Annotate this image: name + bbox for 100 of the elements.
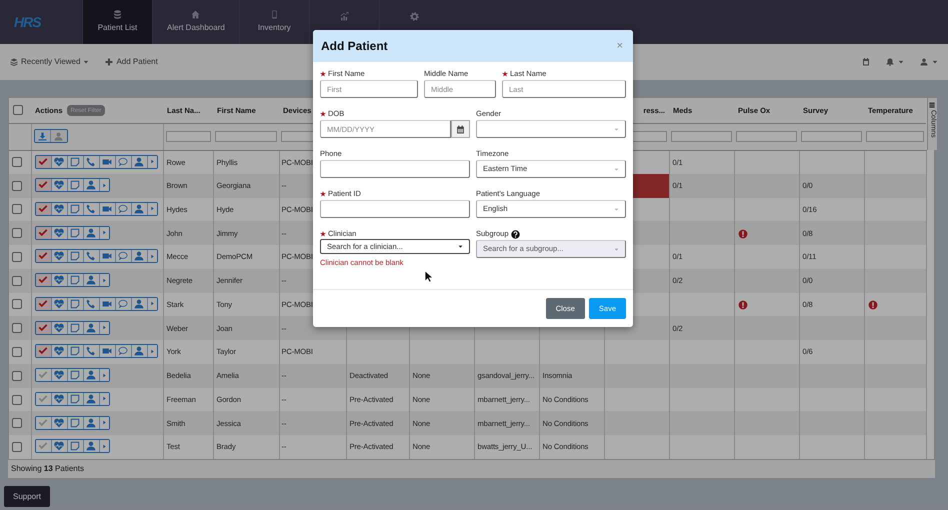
- note-button[interactable]: [68, 369, 84, 382]
- chat-button[interactable]: [116, 345, 132, 358]
- note-button[interactable]: [68, 156, 84, 168]
- heart-pulse-button[interactable]: [52, 250, 68, 262]
- check-button[interactable]: [36, 202, 52, 215]
- filter-field[interactable]: [736, 131, 797, 142]
- heart-pulse-button[interactable]: [52, 440, 68, 452]
- user-menu[interactable]: [920, 58, 938, 66]
- filter-field[interactable]: [671, 131, 732, 142]
- person-button[interactable]: [84, 416, 100, 429]
- select-field[interactable]: [476, 120, 626, 138]
- row-checkbox[interactable]: [12, 180, 22, 191]
- person-button[interactable]: [84, 322, 100, 334]
- note-button[interactable]: [68, 226, 84, 239]
- check-button[interactable]: [36, 345, 52, 358]
- note-button[interactable]: [68, 345, 84, 358]
- person-button[interactable]: [84, 226, 100, 239]
- phone-button[interactable]: [84, 250, 100, 262]
- person-button[interactable]: [84, 274, 100, 286]
- video-button[interactable]: [100, 250, 116, 262]
- row-checkbox[interactable]: [12, 299, 22, 310]
- check-button[interactable]: [36, 298, 52, 310]
- heart-pulse-button[interactable]: [52, 226, 68, 239]
- note-button[interactable]: [68, 202, 84, 215]
- check-button[interactable]: [36, 179, 52, 192]
- support-button[interactable]: Support: [4, 486, 50, 507]
- note-button[interactable]: [68, 392, 84, 405]
- note-button[interactable]: [68, 322, 84, 334]
- heart-pulse-button[interactable]: [52, 392, 68, 405]
- check-button[interactable]: [36, 416, 52, 429]
- check-button[interactable]: [36, 274, 52, 286]
- check-button[interactable]: [36, 392, 52, 405]
- more-button[interactable]: [100, 416, 108, 429]
- note-button[interactable]: [68, 298, 84, 310]
- person-button[interactable]: [84, 440, 100, 452]
- heart-pulse-button[interactable]: [52, 369, 68, 382]
- note-button[interactable]: [68, 416, 84, 429]
- note-button[interactable]: [68, 250, 84, 262]
- more-button[interactable]: [100, 322, 108, 334]
- heart-pulse-button[interactable]: [52, 416, 68, 429]
- download-button[interactable]: [34, 130, 50, 142]
- phone-button[interactable]: [84, 202, 100, 215]
- row-checkbox[interactable]: [12, 418, 22, 428]
- video-button[interactable]: [100, 298, 116, 310]
- person-button[interactable]: [84, 369, 100, 382]
- chat-button[interactable]: [116, 298, 132, 310]
- person-button[interactable]: [50, 130, 66, 142]
- filter-field[interactable]: [866, 131, 924, 142]
- check-button[interactable]: [36, 226, 52, 239]
- person-button[interactable]: [132, 250, 148, 262]
- chat-button[interactable]: [116, 202, 132, 215]
- heart-pulse-button[interactable]: [52, 179, 68, 192]
- check-button[interactable]: [36, 369, 52, 382]
- recently-viewed-menu[interactable]: Recently Viewed: [10, 56, 90, 68]
- check-button[interactable]: [36, 156, 52, 168]
- check-button[interactable]: [36, 250, 52, 262]
- phone-button[interactable]: [84, 345, 100, 358]
- heart-pulse-button[interactable]: [52, 322, 68, 334]
- video-button[interactable]: [100, 202, 116, 215]
- phone-button[interactable]: [84, 156, 100, 168]
- person-button[interactable]: [132, 156, 148, 168]
- row-checkbox[interactable]: [12, 394, 22, 405]
- video-button[interactable]: [100, 156, 116, 168]
- video-button[interactable]: [100, 345, 116, 358]
- row-checkbox[interactable]: [12, 252, 22, 262]
- filter-field[interactable]: [801, 131, 862, 142]
- row-checkbox[interactable]: [12, 276, 22, 286]
- notifications-menu[interactable]: [886, 58, 904, 66]
- row-checkbox[interactable]: [12, 323, 22, 334]
- chat-button[interactable]: [116, 156, 132, 168]
- person-button[interactable]: [132, 298, 148, 310]
- text-field[interactable]: [320, 160, 470, 178]
- note-button[interactable]: [68, 179, 84, 192]
- phone-button[interactable]: [84, 298, 100, 310]
- heart-pulse-button[interactable]: [52, 156, 68, 168]
- nav-tab[interactable]: Patient List: [82, 0, 152, 44]
- row-checkbox[interactable]: [12, 204, 22, 214]
- text-field[interactable]: [320, 200, 470, 218]
- note-button[interactable]: [68, 274, 84, 286]
- chat-button[interactable]: [116, 250, 132, 262]
- row-checkbox[interactable]: [12, 347, 22, 357]
- row-checkbox[interactable]: [12, 442, 22, 452]
- row-checkbox[interactable]: [12, 370, 22, 381]
- heart-pulse-button[interactable]: [52, 274, 68, 286]
- select-all-checkbox[interactable]: [13, 105, 23, 116]
- check-button[interactable]: [36, 440, 52, 452]
- note-button[interactable]: [68, 440, 84, 452]
- person-button[interactable]: [84, 392, 100, 405]
- heart-pulse-button[interactable]: [52, 202, 68, 215]
- person-button[interactable]: [84, 179, 100, 192]
- heart-pulse-button[interactable]: [52, 345, 68, 358]
- person-button[interactable]: [132, 345, 148, 358]
- check-button[interactable]: [36, 322, 52, 334]
- person-button[interactable]: [132, 202, 148, 215]
- more-button[interactable]: [100, 226, 108, 239]
- heart-pulse-button[interactable]: [52, 298, 68, 310]
- row-checkbox[interactable]: [12, 157, 22, 168]
- calendar-button[interactable]: [450, 120, 470, 138]
- filter-field[interactable]: [215, 131, 277, 142]
- filter-field[interactable]: [166, 131, 211, 142]
